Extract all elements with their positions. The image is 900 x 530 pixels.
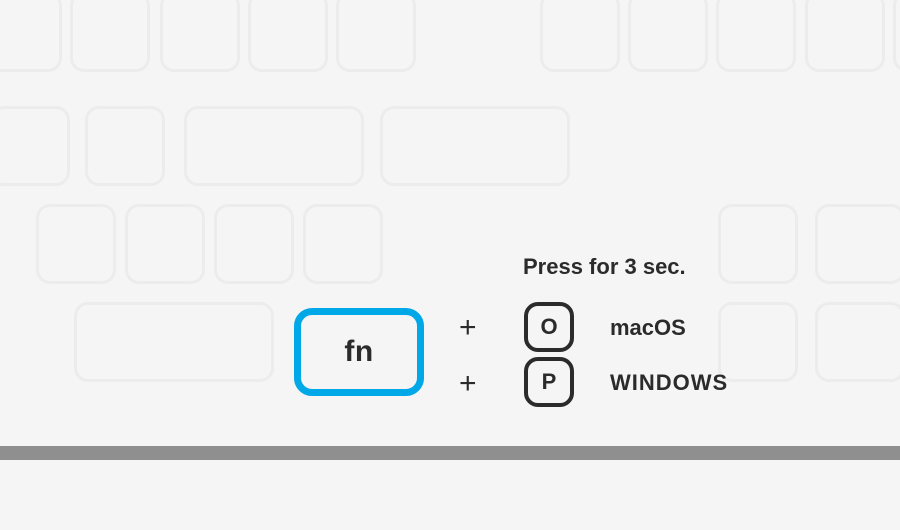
bg-key xyxy=(718,204,798,284)
bg-key xyxy=(628,0,708,72)
bg-key xyxy=(716,0,796,72)
bg-key xyxy=(815,204,900,284)
bg-key xyxy=(718,302,798,382)
fn-key: fn xyxy=(294,308,424,396)
bg-key-wide xyxy=(74,302,274,382)
os-label-macos: macOS xyxy=(610,315,686,341)
bg-key xyxy=(125,204,205,284)
bg-key xyxy=(540,0,620,72)
bg-key xyxy=(0,106,70,186)
bg-key xyxy=(214,204,294,284)
bg-key xyxy=(70,0,150,72)
bg-key xyxy=(85,106,165,186)
p-key-label: P xyxy=(542,369,557,395)
bg-key xyxy=(336,0,416,72)
plus-icon: + xyxy=(459,313,477,343)
bg-key xyxy=(815,302,900,382)
divider-bar xyxy=(0,446,900,460)
bg-key-wide xyxy=(184,106,364,186)
bottom-fill xyxy=(0,460,900,530)
bg-key xyxy=(893,0,900,72)
instruction-text: Press for 3 sec. xyxy=(523,254,686,280)
plus-icon: + xyxy=(459,369,477,399)
o-key-label: O xyxy=(540,314,557,340)
o-key: O xyxy=(524,302,574,352)
bg-key xyxy=(248,0,328,72)
fn-key-label: fn xyxy=(344,335,373,369)
bg-key xyxy=(160,0,240,72)
p-key: P xyxy=(524,357,574,407)
bg-key xyxy=(303,204,383,284)
bg-key-wide xyxy=(380,106,570,186)
bg-key xyxy=(805,0,885,72)
bg-key xyxy=(36,204,116,284)
bg-key xyxy=(0,0,62,72)
os-label-windows: WINDOWS xyxy=(610,370,728,396)
